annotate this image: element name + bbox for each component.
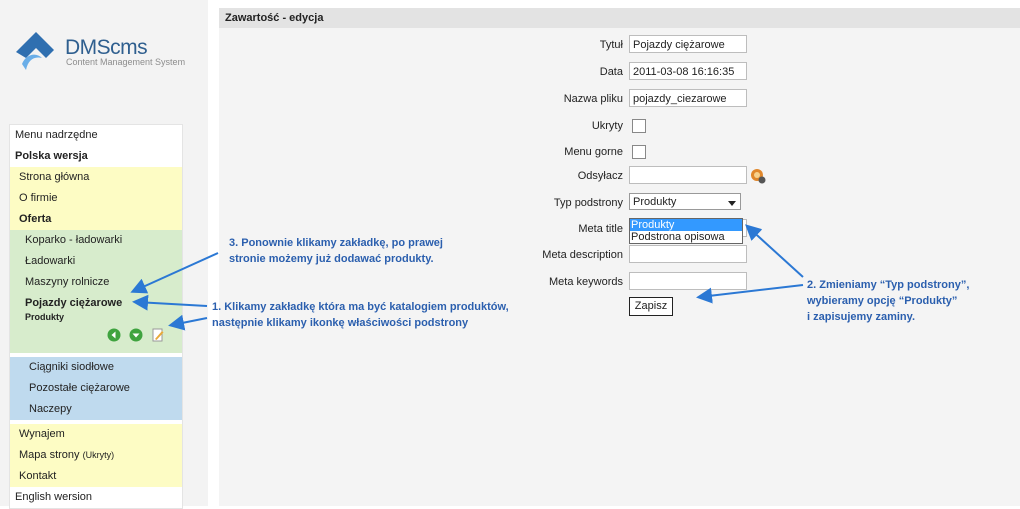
menu-item-pojazdy-label: Pojazdy ciężarowe (25, 297, 123, 309)
meta-desc-input[interactable] (629, 245, 747, 263)
type-label: Typ podstrony (553, 197, 623, 209)
type-select-value: Produkty (633, 196, 677, 208)
link-label: Odsyłacz (577, 170, 623, 182)
move-down-icon[interactable] (129, 328, 143, 342)
annotation-3-line2: stronie możemy już dodawać produkty. (229, 253, 434, 265)
menu-item-mapa-label: Mapa strony (19, 449, 80, 461)
meta-desc-label: Meta description (542, 249, 623, 261)
menu-item-about[interactable]: O firmie (10, 188, 182, 209)
meta-kw-input[interactable] (629, 272, 747, 290)
file-label: Nazwa pliku (563, 93, 623, 105)
topmenu-label: Menu gorne (564, 146, 623, 158)
menu-item-maszyny[interactable]: Maszyny rolnicze (10, 272, 182, 293)
hidden-label: Ukryty (591, 120, 623, 132)
annotation-1-line2: następnie klikamy ikonkę właściwości pod… (212, 317, 469, 329)
annotation-2-line2: wybieramy opcję “Produkty” (807, 295, 958, 307)
properties-icon[interactable] (151, 328, 165, 342)
menu-section[interactable]: Polska wersja (10, 146, 182, 167)
annotation-2: 2. Zmieniamy “Typ podstrony”, wybieramy … (807, 277, 969, 325)
panel-header: Zawartość - edycja (219, 8, 1020, 28)
menu-parent[interactable]: Menu nadrzędne (10, 125, 182, 146)
link-picker-icon[interactable] (750, 168, 766, 184)
type-option-opisowa[interactable]: Podstrona opisowa (630, 231, 742, 243)
topmenu-checkbox[interactable] (632, 145, 646, 159)
menu-item-oferta[interactable]: Oferta (10, 209, 182, 230)
meta-kw-label: Meta keywords (549, 276, 623, 288)
menu-item-koparko[interactable]: Koparko - ładowarki (10, 230, 182, 251)
annotation-3: 3. Ponownie klikamy zakładkę, po prawej … (229, 235, 443, 267)
title-label: Tytuł (599, 39, 623, 51)
site-menu: Menu nadrzędne Polska wersja Strona głów… (9, 124, 183, 509)
meta-title-label: Meta title (578, 223, 623, 235)
menu-subitem-naczepy[interactable]: Naczepy (10, 399, 182, 420)
annotation-2-line1: 2. Zmieniamy “Typ podstrony”, (807, 279, 970, 291)
annotation-1-line1: 1. Klikamy zakładkę która ma być katalog… (212, 301, 509, 313)
menu-item-wynajem[interactable]: Wynajem (10, 424, 182, 445)
menu-subitem-ciagniki[interactable]: Ciągniki siodłowe (10, 357, 182, 378)
annotation-3-line1: 3. Ponownie klikamy zakładkę, po prawej (229, 237, 443, 249)
type-dropdown: Produkty Podstrona opisowa (629, 218, 743, 244)
menu-item-home[interactable]: Strona główna (10, 167, 182, 188)
annotation-1: 1. Klikamy zakładkę która ma być katalog… (212, 299, 509, 331)
hidden-note: (Ukryty) (82, 450, 115, 460)
menu-item-pojazdy-type: Produkty (25, 312, 65, 322)
chevron-down-icon (728, 201, 736, 206)
hidden-checkbox[interactable] (632, 119, 646, 133)
date-input[interactable]: 2011-03-08 16:16:35 (629, 62, 747, 80)
link-input[interactable] (629, 166, 747, 184)
type-option-produkty[interactable]: Produkty (630, 219, 742, 231)
move-left-icon[interactable] (107, 328, 121, 342)
logo: DMScms Content Management System (12, 30, 202, 80)
menu-item-actions (107, 328, 170, 342)
date-label: Data (599, 66, 623, 78)
save-button[interactable]: Zapisz (629, 297, 673, 316)
menu-english[interactable]: English wersion (10, 487, 182, 508)
type-select[interactable]: Produkty (629, 193, 741, 210)
title-input[interactable]: Pojazdy ciężarowe (629, 35, 747, 53)
menu-item-mapa[interactable]: Mapa strony (Ukryty) (10, 445, 182, 466)
logo-tagline: Content Management System (66, 57, 186, 67)
menu-item-ladowarki[interactable]: Ładowarki (10, 251, 182, 272)
menu-item-kontakt[interactable]: Kontakt (10, 466, 182, 487)
menu-subitem-pozostale[interactable]: Pozostałe ciężarowe (10, 378, 182, 399)
logo-mark-icon (16, 32, 54, 70)
file-input[interactable]: pojazdy_ciezarowe (629, 89, 747, 107)
annotation-2-line3: i zapisujemy zaminy. (807, 311, 916, 323)
menu-item-pojazdy[interactable]: Pojazdy ciężarowe Produkty (10, 293, 182, 353)
